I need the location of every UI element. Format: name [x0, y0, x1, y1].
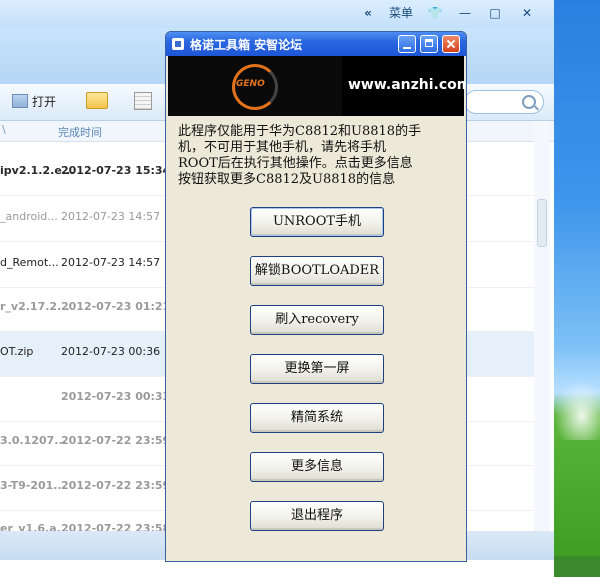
- finish-time: 2012-07-23 01:21: [61, 300, 171, 313]
- wallpaper-cloud: [554, 380, 600, 440]
- menu-button[interactable]: 菜单: [386, 3, 416, 23]
- finish-time: 2012-07-23 00:33: [61, 390, 171, 403]
- description-line: 机，不可用于其他手机，请先将手机: [178, 140, 387, 155]
- sort-arrow[interactable]: \: [2, 123, 6, 136]
- desktop-wallpaper: [554, 0, 600, 577]
- change-splash-button[interactable]: 更换第一屏: [250, 354, 384, 384]
- file-name: d_Remot...: [0, 256, 59, 269]
- finish-time: 2012-07-23 15:34: [61, 164, 171, 177]
- collapse-icon[interactable]: «: [358, 3, 378, 23]
- finish-time: 2012-07-22 23:59: [61, 434, 171, 447]
- finish-time: 2012-07-23 00:36: [61, 345, 161, 358]
- description-line: ROOT后在执行其他操作。点击更多信息: [178, 156, 413, 171]
- minimize-icon[interactable]: [398, 35, 416, 53]
- description-line: 此程序仅能用于华为C8812和U8818的手: [178, 124, 422, 139]
- file-name: OT.zip: [0, 345, 34, 358]
- logo-text: GENO: [236, 79, 265, 89]
- shirt-icon[interactable]: 👕: [424, 3, 446, 23]
- finish-time: 2012-07-23 14:57: [61, 256, 161, 269]
- search-input[interactable]: [464, 90, 544, 114]
- open-button[interactable]: 打开: [12, 92, 56, 114]
- toolbox-dialog: 格诺工具箱 安智论坛 GENO www.anzhi.com 此程序仅能用于华为C…: [165, 31, 467, 562]
- more-info-button[interactable]: 更多信息: [250, 452, 384, 482]
- dialog-titlebar[interactable]: 格诺工具箱 安智论坛: [166, 32, 466, 56]
- file-name: 3-T9-201...: [0, 479, 66, 492]
- scrollbar-thumb[interactable]: [537, 199, 547, 247]
- exit-button[interactable]: 退出程序: [250, 501, 384, 531]
- scrollbar[interactable]: [534, 121, 550, 531]
- maximize-icon[interactable]: [420, 35, 438, 53]
- slim-system-button[interactable]: 精简系统: [250, 403, 384, 433]
- folder-icon[interactable]: [86, 92, 108, 109]
- app-icon: [172, 38, 184, 50]
- description-text: 此程序仅能用于华为C8812和U8818的手 机，不可用于其他手机，请先将手机 …: [178, 124, 460, 188]
- dialog-title: 格诺工具箱 安智论坛: [190, 38, 303, 52]
- maximize-button[interactable]: □: [486, 3, 504, 23]
- file-name: _android...: [0, 210, 58, 223]
- unroot-button[interactable]: UNROOT手机: [250, 207, 384, 237]
- flash-recovery-button[interactable]: 刷入recovery: [250, 305, 384, 335]
- file-name: 3.0.1207...: [0, 434, 67, 447]
- file-name: r_v2.17.2...: [0, 300, 70, 313]
- description-line: 按钮获取更多C8812及U8818的信息: [178, 172, 396, 187]
- wallpaper-grass: [554, 556, 600, 577]
- banner-image: GENO www.anzhi.com: [168, 56, 467, 116]
- unlock-bootloader-button[interactable]: 解锁BOOTLOADER: [250, 256, 384, 286]
- finish-time: 2012-07-22 23:59: [61, 479, 171, 492]
- document-icon[interactable]: [134, 92, 152, 110]
- background-titlebar: « 菜单 👕 — □ ✕: [0, 0, 554, 28]
- close-icon[interactable]: [442, 35, 460, 53]
- finish-time: 2012-07-23 14:57: [61, 210, 161, 223]
- column-header-time[interactable]: 完成时间: [58, 124, 102, 140]
- search-icon[interactable]: [522, 95, 536, 109]
- banner-url: www.anzhi.com: [348, 77, 467, 93]
- open-icon: [12, 94, 28, 108]
- minimize-button[interactable]: —: [456, 3, 474, 23]
- close-button[interactable]: ✕: [518, 3, 536, 23]
- open-label: 打开: [32, 95, 57, 109]
